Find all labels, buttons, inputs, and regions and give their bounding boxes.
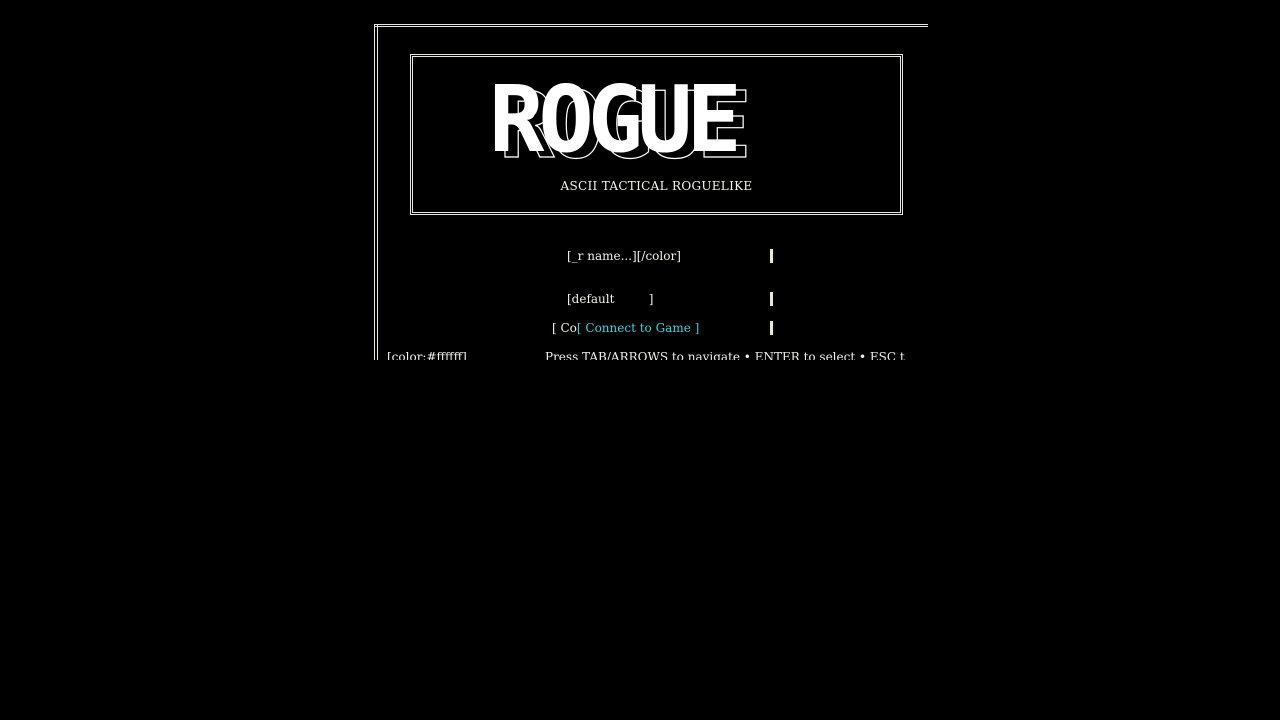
- svg-text:ROGUE: ROGUE: [489, 71, 737, 167]
- title-panel: ROGUE ROGUE ASCII TACTICAL ROGUELIKE: [410, 54, 903, 215]
- status-color-tag: [color:#ffffff]: [387, 350, 467, 360]
- connect-button[interactable]: [ Connect to Game ]: [577, 321, 699, 335]
- outer-frame-top-border: [374, 24, 928, 27]
- text-cursor: [770, 292, 773, 306]
- game-subtitle: ASCII TACTICAL ROGUELIKE: [560, 179, 753, 193]
- text-cursor: [770, 321, 773, 335]
- outer-frame-left-border: [374, 24, 378, 360]
- server-input[interactable]: [default ]: [567, 292, 653, 306]
- navigation-hint: Press TAB/ARROWS to navigate • ENTER to …: [545, 350, 905, 360]
- player-name-input[interactable]: [_r name...][/color]: [567, 249, 681, 263]
- rogue-logo: ROGUE ROGUE: [489, 71, 753, 167]
- connect-label-prefix: [ Co: [552, 321, 577, 335]
- game-viewport: ROGUE ROGUE ASCII TACTICAL ROGUELIKE [_r…: [374, 24, 928, 360]
- connect-row: [ Co[ Connect to Game ]: [552, 321, 699, 335]
- text-cursor: [770, 249, 773, 263]
